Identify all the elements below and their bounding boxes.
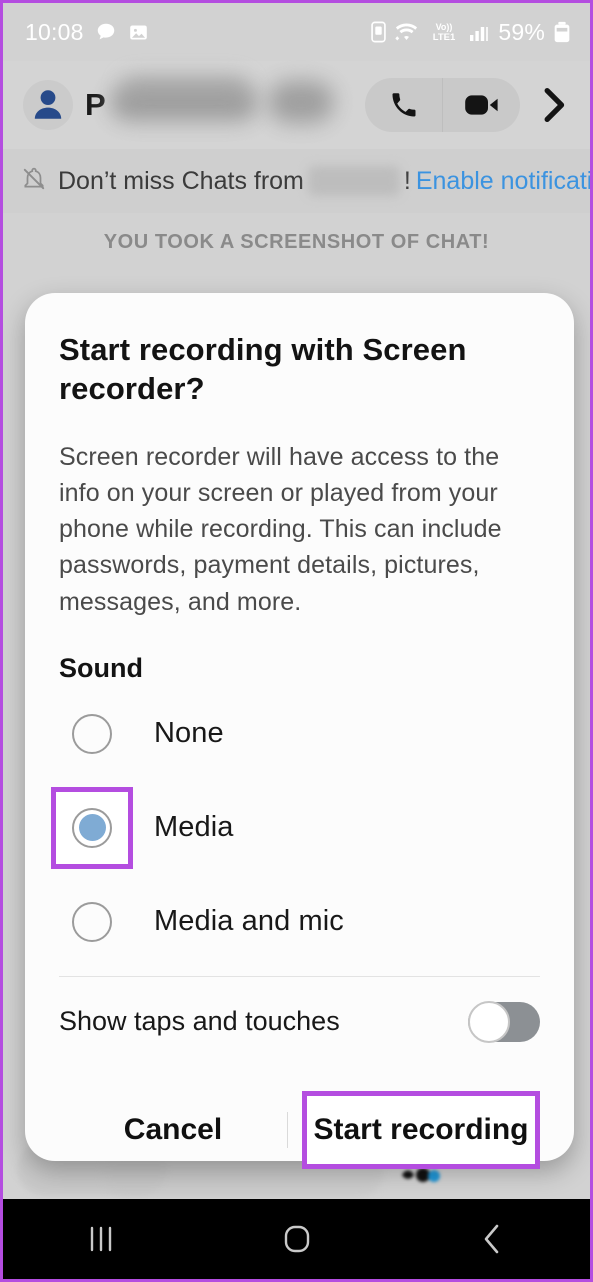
status-bar: 10:08 Vo)) LTE1 59% bbox=[3, 3, 590, 61]
dialog-body-text: Screen recorder will have access to the … bbox=[59, 442, 502, 616]
dialog-actions: Cancel Start recording bbox=[59, 1083, 540, 1177]
chat-header: P bbox=[3, 61, 590, 149]
radio-box bbox=[51, 881, 133, 963]
status-bar-left: 10:08 bbox=[25, 19, 149, 46]
expand-chevron-button[interactable] bbox=[534, 78, 576, 132]
contact-initial: P bbox=[85, 87, 106, 122]
screenshot-toast: YOU TOOK A SCREENSHOT OF CHAT! bbox=[103, 230, 490, 253]
sound-option-media-and-mic[interactable]: Media and mic bbox=[59, 878, 540, 966]
banner-suffix: ! bbox=[403, 166, 411, 195]
dialog-title: Start recording with Screen recorder? bbox=[59, 332, 467, 406]
action-divider bbox=[287, 1111, 288, 1148]
video-camera-icon bbox=[464, 95, 498, 115]
battery-icon bbox=[552, 21, 572, 43]
chevron-right-icon bbox=[544, 88, 565, 122]
signal-bars-icon bbox=[469, 21, 491, 43]
show-taps-label: Show taps and touches bbox=[59, 1006, 340, 1037]
header-action-group bbox=[365, 78, 520, 132]
radio-button-selected[interactable] bbox=[72, 807, 112, 848]
video-call-button[interactable] bbox=[443, 78, 520, 132]
back-button[interactable] bbox=[394, 1199, 590, 1279]
enable-notifications-link[interactable]: Enable notifications bbox=[416, 167, 590, 196]
chat-bubble-icon bbox=[95, 21, 117, 43]
sound-option-label: None bbox=[154, 717, 224, 750]
banner-text: Don’t miss Chats from ! Enable notificat… bbox=[58, 166, 590, 196]
radio-button[interactable] bbox=[72, 901, 112, 942]
back-chevron-icon bbox=[484, 1224, 499, 1254]
sound-option-label: Media and mic bbox=[154, 905, 344, 938]
cancel-button[interactable]: Cancel bbox=[59, 1091, 287, 1169]
sim-card-icon bbox=[370, 21, 387, 43]
home-icon bbox=[284, 1225, 309, 1253]
start-recording-button[interactable]: Start recording bbox=[302, 1090, 540, 1169]
show-taps-row[interactable]: Show taps and touches bbox=[59, 977, 540, 1067]
voice-call-button[interactable] bbox=[365, 78, 442, 132]
phone-screen: 10:08 Vo)) LTE1 59% P Don’t miss Chats f… bbox=[0, 0, 593, 1282]
radio-button[interactable] bbox=[72, 713, 112, 754]
sound-section-label: Sound bbox=[59, 652, 143, 683]
screen-recorder-dialog: Start recording with Screen recorder? Sc… bbox=[25, 293, 574, 1169]
navigation-bar bbox=[3, 1199, 590, 1279]
svg-text:LTE1: LTE1 bbox=[433, 32, 456, 43]
sound-option-none[interactable]: None bbox=[59, 690, 540, 778]
status-bar-clock: 10:08 bbox=[25, 18, 84, 45]
gallery-image-icon bbox=[128, 22, 149, 43]
bell-off-icon bbox=[21, 166, 47, 197]
sound-option-label: Media bbox=[154, 811, 234, 844]
status-bar-right: Vo)) LTE1 59% bbox=[370, 19, 572, 46]
person-icon bbox=[34, 90, 62, 119]
battery-percent-label: 59% bbox=[498, 18, 545, 45]
start-recording-label: Start recording bbox=[313, 1112, 529, 1146]
phone-icon bbox=[392, 93, 415, 117]
contact-name-redacted bbox=[108, 75, 365, 135]
radio-box-highlighted bbox=[51, 786, 133, 869]
sound-option-media[interactable]: Media bbox=[51, 784, 540, 872]
enable-notifications-banner[interactable]: Don’t miss Chats from ! Enable notificat… bbox=[3, 149, 590, 213]
wifi-icon bbox=[394, 21, 419, 43]
recents-icon bbox=[90, 1226, 112, 1252]
avatar[interactable] bbox=[23, 80, 73, 130]
radio-box bbox=[51, 693, 133, 775]
banner-name-redacted bbox=[307, 166, 400, 196]
svg-text:Vo)): Vo)) bbox=[436, 22, 453, 32]
home-button[interactable] bbox=[199, 1199, 395, 1279]
volte-lte1-icon: Vo)) LTE1 bbox=[426, 20, 462, 44]
banner-prefix: Don’t miss Chats from bbox=[58, 166, 304, 195]
recents-button[interactable] bbox=[3, 1199, 199, 1279]
show-taps-toggle[interactable] bbox=[468, 1000, 540, 1043]
toggle-knob bbox=[468, 1000, 510, 1043]
